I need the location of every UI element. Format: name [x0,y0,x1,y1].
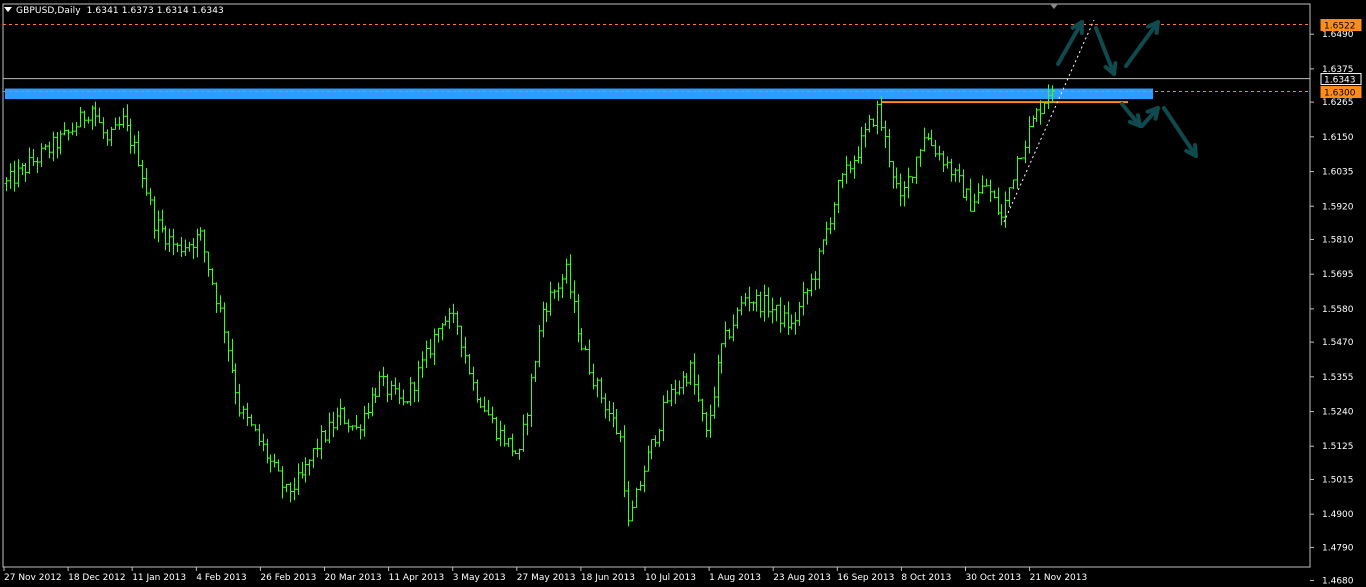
x-tick-label: 11 Jan 2013 [132,573,186,583]
x-tick-label: 18 Dec 2012 [68,573,126,583]
y-tick-label: 1.5920 [1322,202,1354,212]
down-arrow-icon-3 [1162,106,1198,158]
ohlc-values: 1.6341 1.6373 1.6314 1.6343 [86,6,224,16]
y-tick-label: 1.6265 [1322,98,1354,108]
arrow-shaft [1056,20,1084,66]
down-arrow-icon-2 [1120,102,1142,128]
x-tick-label: 16 Sep 2013 [837,573,894,583]
x-tick-label: 10 Jul 2013 [645,573,696,583]
y-tick-label: 1.6150 [1322,133,1354,143]
y-tick-label: 1.5355 [1322,373,1354,383]
y-tick-label: 1.5695 [1322,270,1354,280]
price-chart[interactable]: 1.64901.63751.62651.61501.60351.59201.58… [0,0,1366,587]
y-tick-label: 1.5810 [1322,235,1354,245]
x-tick-label: 21 Nov 2013 [1030,573,1088,583]
symbol-label: GBPUSD,Daily [16,6,81,16]
x-tick-label: 27 May 2013 [517,573,576,583]
x-tick-label: 8 Oct 2013 [901,573,951,583]
chart-header: GBPUSD,Daily 1.6341 1.6373 1.6314 1.6343 [4,6,224,16]
y-tick-label: 1.4900 [1322,510,1354,520]
x-tick-label: 27 Nov 2012 [4,573,62,583]
y-tick-label: 1.6035 [1322,168,1354,178]
up-arrow-icon-3 [1140,106,1160,128]
price-label: 1.6300 [1324,89,1356,99]
x-tick-label: 4 Feb 2013 [196,573,246,583]
trendline [1003,19,1095,223]
y-tick-label: 1.6490 [1322,30,1354,40]
x-tick-label: 1 Aug 2013 [709,573,761,583]
x-tick-label: 30 Oct 2013 [966,573,1022,583]
up-arrow-icon-1 [1056,20,1084,66]
arrow-shaft [1124,20,1160,68]
y-tick-label: 1.5125 [1322,442,1354,452]
plot-frame [2,3,1311,568]
chart-window[interactable]: 1.6490 1.6375 1.6265 1.6150 1.6035 1.5920 1.58… [0,0,1366,587]
y-tick-label: 1.4790 [1322,543,1354,553]
x-tick-label: 18 Jun 2013 [581,573,635,583]
x-tick-label: 3 May 2013 [453,573,506,583]
resistance-zone [5,88,1153,100]
ohlc-bars [4,84,1055,527]
price-label: 1.6522 [1324,22,1356,32]
y-tick-label: 1.5580 [1322,305,1354,315]
arrow-head [1154,20,1160,35]
top-marker-icon [1050,4,1058,9]
x-tick-label: 20 Mar 2013 [325,573,382,583]
y-tick-label: 1.5015 [1322,475,1354,485]
price-label: 1.6343 [1324,76,1356,86]
y-tick-label: 1.5240 [1322,408,1354,418]
y-tick-label: 1.5470 [1322,338,1354,348]
x-tick-label: 11 Apr 2013 [389,573,445,583]
up-arrow-icon-2 [1124,20,1160,68]
x-tick-label: 26 Feb 2013 [260,573,316,583]
x-tick-label: 23 Aug 2013 [773,573,831,583]
arrow-shaft [1162,106,1198,158]
down-arrow-icon-1 [1094,26,1118,76]
y-tick-label: 1.4680 [1322,577,1354,587]
arrow-head [1153,106,1160,121]
chart-menu-triangle-icon[interactable] [4,7,12,12]
